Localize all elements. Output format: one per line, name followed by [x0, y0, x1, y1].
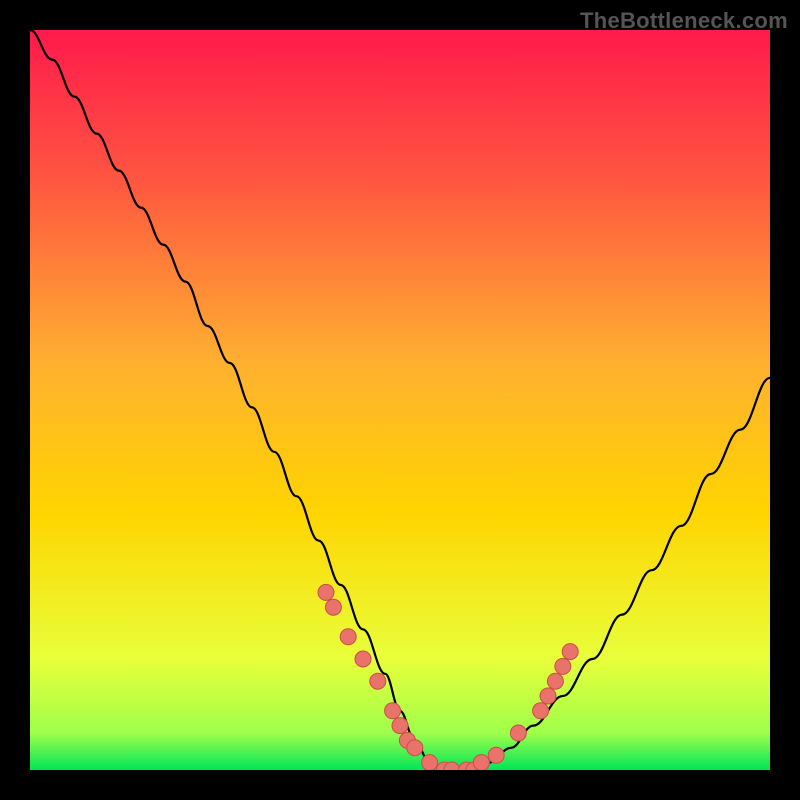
- curve-marker: [385, 703, 401, 719]
- curve-marker: [340, 629, 356, 645]
- chart-svg: [30, 30, 770, 770]
- curve-marker: [370, 673, 386, 689]
- chart-plot-area: [30, 30, 770, 770]
- curve-marker: [473, 755, 489, 770]
- curve-marker: [540, 688, 556, 704]
- curve-marker: [555, 658, 571, 674]
- gradient-background: [30, 30, 770, 770]
- curve-marker: [422, 755, 438, 770]
- curve-marker: [392, 718, 408, 734]
- curve-marker: [547, 673, 563, 689]
- curve-marker: [325, 599, 341, 615]
- curve-marker: [510, 725, 526, 741]
- curve-marker: [562, 644, 578, 660]
- curve-marker: [407, 740, 423, 756]
- curve-marker: [318, 584, 334, 600]
- curve-marker: [488, 747, 504, 763]
- curve-marker: [355, 651, 371, 667]
- curve-marker: [533, 703, 549, 719]
